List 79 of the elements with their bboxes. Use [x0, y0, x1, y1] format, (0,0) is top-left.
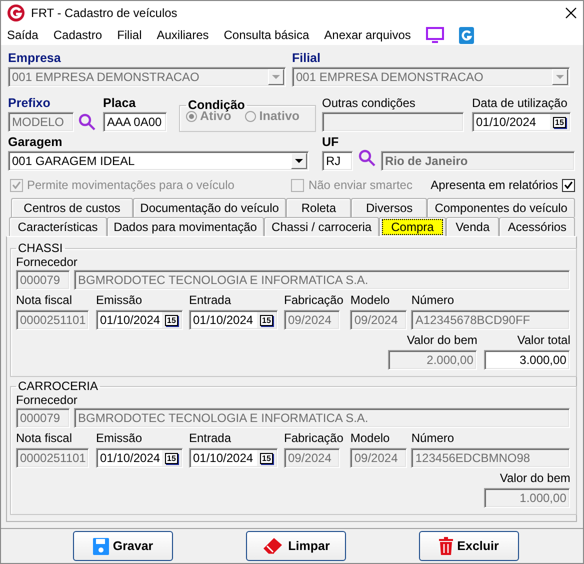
field-label: Valor do bem	[500, 471, 570, 485]
tab[interactable]: Características	[9, 217, 107, 236]
tab[interactable]: Dados para movimentação	[106, 217, 264, 236]
field-label: Data de utilização	[472, 96, 568, 110]
menu-item[interactable]: Filial	[117, 28, 142, 42]
menu-item[interactable]: Anexar arquivos	[324, 28, 411, 42]
caret-icon	[556, 74, 564, 80]
text-field[interactable]: RJ	[322, 151, 353, 171]
tab[interactable]: Componentes do veículo	[427, 198, 575, 217]
date-field[interactable]: 01/10/2024 15	[96, 448, 183, 468]
tab[interactable]: Compra	[379, 217, 446, 236]
field-label: Fornecedor	[16, 255, 78, 269]
tab[interactable]: Documentação do veículo	[133, 198, 286, 217]
radio-label: Inativo	[259, 109, 300, 123]
field-label: Emissão	[96, 431, 144, 445]
field-label: Fornecedor	[16, 393, 78, 407]
checkbox-label: Permite movimentações para o veículo	[27, 178, 234, 192]
calendar-button[interactable]: 15	[260, 452, 273, 464]
checkbox[interactable]	[562, 178, 575, 192]
field-label: Entrada	[189, 431, 232, 445]
checkbox-label: Apresenta em relatórios	[430, 178, 558, 192]
app-logo-icon[interactable]	[458, 26, 474, 44]
tab[interactable]: Venda	[446, 217, 500, 236]
field-label: Entrada	[189, 293, 232, 307]
caret-icon	[295, 158, 303, 164]
field-label: Número	[411, 431, 456, 445]
group-title: Condição	[187, 98, 246, 112]
field-label: Valor do bem	[406, 333, 478, 347]
save-button[interactable]: Gravar	[73, 531, 173, 561]
window-title: FRT - Cadastro de veículos	[31, 6, 178, 20]
field-label: Nota fiscal	[16, 431, 74, 445]
field-label: Empresa	[8, 51, 62, 65]
tab[interactable]: Roleta	[286, 198, 352, 217]
calendar-button[interactable]: 15	[260, 314, 273, 326]
field-label: Valor total	[517, 333, 570, 347]
field-label: Fabricação	[284, 293, 344, 307]
clear-button[interactable]: Limpar	[246, 531, 346, 561]
calendar-button[interactable]: 15	[165, 452, 178, 464]
tab[interactable]: Chassi / carroceria	[264, 217, 380, 236]
date-field[interactable]: 01/10/2024 15	[472, 112, 571, 132]
close-icon[interactable]	[565, 7, 577, 19]
delete-button[interactable]: Excluir	[419, 531, 519, 561]
field-label: Emissão	[96, 293, 144, 307]
date-field[interactable]: 01/10/2024 15	[189, 448, 278, 468]
tab[interactable]: Diversos	[351, 198, 428, 217]
tab[interactable]: Centros de custos	[11, 198, 134, 217]
menu-item[interactable]: Auxiliares	[156, 28, 209, 42]
calendar-button[interactable]: 15	[553, 116, 566, 128]
caret-icon	[272, 74, 280, 80]
eraser-icon	[262, 537, 284, 555]
tab[interactable]: Acessórios	[499, 217, 575, 236]
field-label: Modelo	[350, 431, 391, 445]
field-label: Modelo	[350, 293, 391, 307]
checkbox-label: Não enviar smartec	[308, 178, 412, 192]
field-label: Filial	[292, 51, 322, 65]
calendar-button[interactable]: 15	[165, 314, 178, 326]
trash-can-icon	[439, 537, 454, 555]
field-label: Fabricação	[284, 431, 344, 445]
menu-item[interactable]: Cadastro	[53, 28, 102, 42]
field-label: Outras condições	[322, 96, 416, 110]
field-label: Placa	[103, 96, 137, 110]
section-title: CHASSI	[17, 241, 64, 255]
text-field[interactable]: 3.000,00	[484, 350, 570, 370]
search-icon[interactable]	[78, 113, 96, 131]
field-label: Nota fiscal	[16, 293, 74, 307]
field-label: Prefixo	[8, 96, 52, 110]
field-label: Garagem	[8, 135, 64, 149]
section-title: CARROCERIA	[17, 379, 100, 393]
date-field[interactable]: 01/10/2024 15	[189, 310, 278, 330]
text-field[interactable]: AAA 0A00	[103, 112, 167, 132]
menu-item[interactable]: Consulta básica	[224, 28, 310, 42]
dropdown-field[interactable]: 001 GARAGEM IDEAL	[8, 151, 309, 171]
monitor-icon[interactable]	[426, 27, 444, 43]
field-label: UF	[322, 135, 340, 149]
date-field[interactable]: 01/10/2024 15	[96, 310, 183, 330]
field-label: Número	[411, 293, 456, 307]
app-logo-icon	[7, 4, 25, 22]
search-icon[interactable]	[358, 149, 376, 167]
menu-item[interactable]: Saída	[7, 28, 38, 42]
